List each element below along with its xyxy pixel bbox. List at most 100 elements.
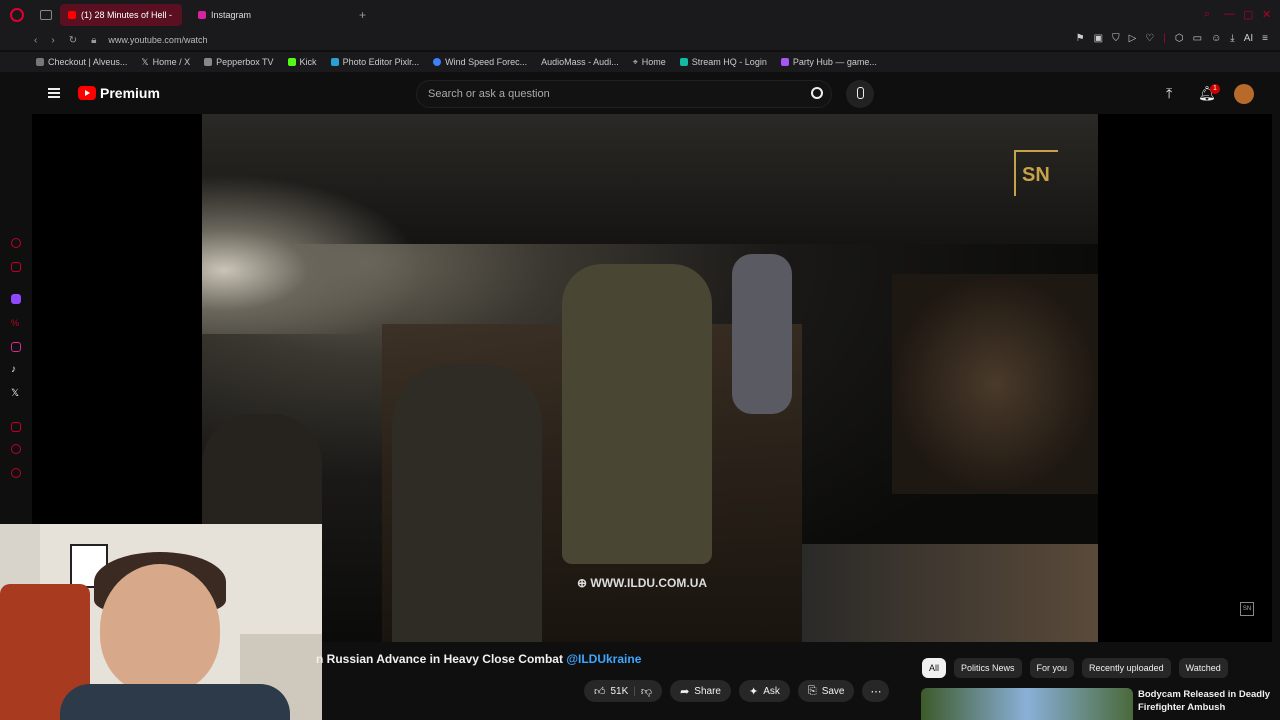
tab-youtube[interactable]: (1) 28 Minutes of Hell - xyxy=(60,4,182,26)
snapshot-icon[interactable]: ▣ xyxy=(1094,33,1103,44)
partyhub-favicon-icon xyxy=(780,58,789,66)
bookmark-favicon-icon xyxy=(204,58,213,66)
back-icon[interactable]: ‹ xyxy=(34,35,37,46)
x-logo-icon: 𝕏 xyxy=(141,56,149,67)
instagram-icon[interactable] xyxy=(11,342,21,352)
bookmark-item[interactable]: Pepperbox TV xyxy=(204,57,274,67)
location-pin-icon: ⌖ xyxy=(632,56,638,67)
lock-icon: 🔒︎ xyxy=(91,34,97,46)
search-input[interactable]: Search or ask a question xyxy=(428,88,550,100)
video-watermark: ⊕ WWW.ILDU.COM.UA xyxy=(577,576,708,590)
pixlr-favicon-icon xyxy=(330,58,339,66)
minimize-button[interactable]: — xyxy=(1224,8,1235,20)
streamhq-favicon-icon xyxy=(679,58,688,66)
x-icon[interactable]: 𝕏 xyxy=(11,388,21,399)
youtube-premium-label[interactable]: Premium xyxy=(100,85,160,101)
notification-badge: 1 xyxy=(1210,84,1220,94)
search-box[interactable]: Search or ask a question xyxy=(416,80,832,108)
heart-icon[interactable]: ♡ xyxy=(1145,33,1154,44)
recommended-video-thumbnail[interactable] xyxy=(921,688,1133,720)
bookmark-favicon-icon xyxy=(36,58,44,66)
tab-menu-icon[interactable] xyxy=(40,10,52,20)
play-icon[interactable]: ▷ xyxy=(1129,33,1137,44)
wind-favicon-icon xyxy=(433,58,442,66)
channel-handle-link[interactable]: @ILDUkraine xyxy=(566,652,641,666)
adblock-icon[interactable]: ⛉ xyxy=(1112,33,1120,44)
youtube-favicon-icon xyxy=(68,11,76,19)
chip-politics-news[interactable]: Politics News xyxy=(954,658,1022,678)
avatar[interactable] xyxy=(1234,84,1254,104)
bookmark-item[interactable]: Checkout | Alveus... xyxy=(36,57,127,67)
opera-logo-icon[interactable] xyxy=(10,8,24,22)
video-actions: 👍︎ 51K | 👎︎ ➦ Share ✦ Ask ⎘ Save ⋯ xyxy=(584,680,890,702)
tab-label: Instagram xyxy=(211,10,252,20)
easy-setup-icon[interactable]: ≡ xyxy=(1262,33,1268,44)
maximize-button[interactable]: ▢ xyxy=(1243,8,1253,21)
bookmark-item[interactable]: 𝕏 Home / X xyxy=(141,57,190,68)
save-button[interactable]: ⎘ Save xyxy=(797,680,855,702)
channel-branding-icon[interactable]: SN xyxy=(1240,602,1254,616)
bookmark-item[interactable]: AudioMass - Audi... xyxy=(541,57,619,67)
webcam-overlay xyxy=(0,524,322,720)
recommended-video-title[interactable]: Bodycam Released in Deadly Firefighter A… xyxy=(1138,688,1274,714)
chip-all[interactable]: All xyxy=(922,658,947,678)
tiktok-icon[interactable]: ♪ xyxy=(11,364,21,375)
workspace-icon[interactable] xyxy=(11,262,21,272)
more-icon: ⋯ xyxy=(870,685,882,698)
search-tabs-icon[interactable]: ⌕ xyxy=(1204,8,1210,21)
bookmark-item[interactable]: ⌖ Home xyxy=(633,57,666,68)
bookmark-item[interactable]: Kick xyxy=(287,57,317,67)
url-field[interactable]: www.youtube.com/watch xyxy=(108,35,207,45)
share-icon: ➦ xyxy=(680,685,690,698)
twitch-icon[interactable] xyxy=(11,294,21,304)
extensions-icon[interactable]: ⬡ xyxy=(1175,33,1184,44)
menu-icon[interactable] xyxy=(48,88,60,98)
upload-icon[interactable]: ⤒ xyxy=(1166,85,1172,102)
new-tab-button[interactable]: + xyxy=(359,8,366,22)
bookmark-icon[interactable]: ⚑ xyxy=(1076,33,1085,44)
recommendation-filter-chips: All Politics News For you Recently uploa… xyxy=(922,658,1228,678)
instagram-favicon-icon xyxy=(198,11,206,19)
chip-for-you[interactable]: For you xyxy=(1029,658,1075,678)
bookmark-item[interactable]: Wind Speed Forec... xyxy=(433,57,527,67)
aria-icon[interactable]: AI xyxy=(1244,33,1253,44)
pinboard-icon[interactable] xyxy=(11,422,21,432)
reload-icon[interactable]: ↻ xyxy=(69,35,77,46)
wallet-icon[interactable]: ▭ xyxy=(1193,33,1202,44)
history-icon[interactable] xyxy=(11,444,21,454)
forward-icon[interactable]: › xyxy=(51,35,54,46)
profile-icon[interactable]: ☺ xyxy=(1211,33,1221,44)
like-dislike-group: 👍︎ 51K | 👎︎ xyxy=(584,680,663,702)
streamer-face xyxy=(100,564,220,694)
download-icon[interactable]: ⤓ xyxy=(1230,33,1234,44)
voice-search-icon[interactable] xyxy=(846,80,874,108)
chip-recently-uploaded[interactable]: Recently uploaded xyxy=(1082,658,1171,678)
globe-icon: ⊕ xyxy=(577,576,591,590)
address-bar: ‹ › ↻ 🔒︎ www.youtube.com/watch ⚑ ▣ ⛉ ▷ ♡… xyxy=(0,30,1280,50)
tab-instagram[interactable]: Instagram xyxy=(190,4,259,26)
video-frame[interactable]: SN ⊕ WWW.ILDU.COM.UA xyxy=(202,114,1098,642)
aria-icon[interactable] xyxy=(11,238,21,248)
browser-tab-strip: (1) 28 Minutes of Hell - Instagram + ⌕ —… xyxy=(0,0,1280,30)
like-count[interactable]: 51K xyxy=(611,686,629,697)
bookmark-item[interactable]: Party Hub — game... xyxy=(780,57,877,67)
chip-watched[interactable]: Watched xyxy=(1178,658,1228,678)
streamer-shirt xyxy=(60,684,290,720)
bookmark-item[interactable]: Photo Editor Pixlr... xyxy=(330,57,419,67)
divider: | xyxy=(1163,33,1166,44)
dislike-icon[interactable]: 👎︎ xyxy=(641,685,652,698)
light-glare xyxy=(202,174,422,334)
settings-icon[interactable] xyxy=(11,468,21,478)
percent-icon[interactable]: % xyxy=(11,318,21,328)
search-icon[interactable] xyxy=(811,87,823,99)
youtube-logo-icon[interactable] xyxy=(78,86,96,100)
channel-watermark-logo: SN xyxy=(1014,150,1058,196)
bookmarks-bar: Checkout | Alveus... 𝕏 Home / X Pepperbox… xyxy=(0,52,1280,72)
like-icon[interactable]: 👍︎ xyxy=(594,685,606,698)
bookmark-item[interactable]: Stream HQ - Login xyxy=(679,57,767,67)
close-button[interactable]: ✕ xyxy=(1262,8,1271,21)
bookmark-icon: ⎘ xyxy=(807,684,817,697)
share-button[interactable]: ➦ Share xyxy=(670,680,731,702)
ask-button[interactable]: ✦ Ask xyxy=(738,680,790,702)
more-actions-button[interactable]: ⋯ xyxy=(862,680,890,702)
